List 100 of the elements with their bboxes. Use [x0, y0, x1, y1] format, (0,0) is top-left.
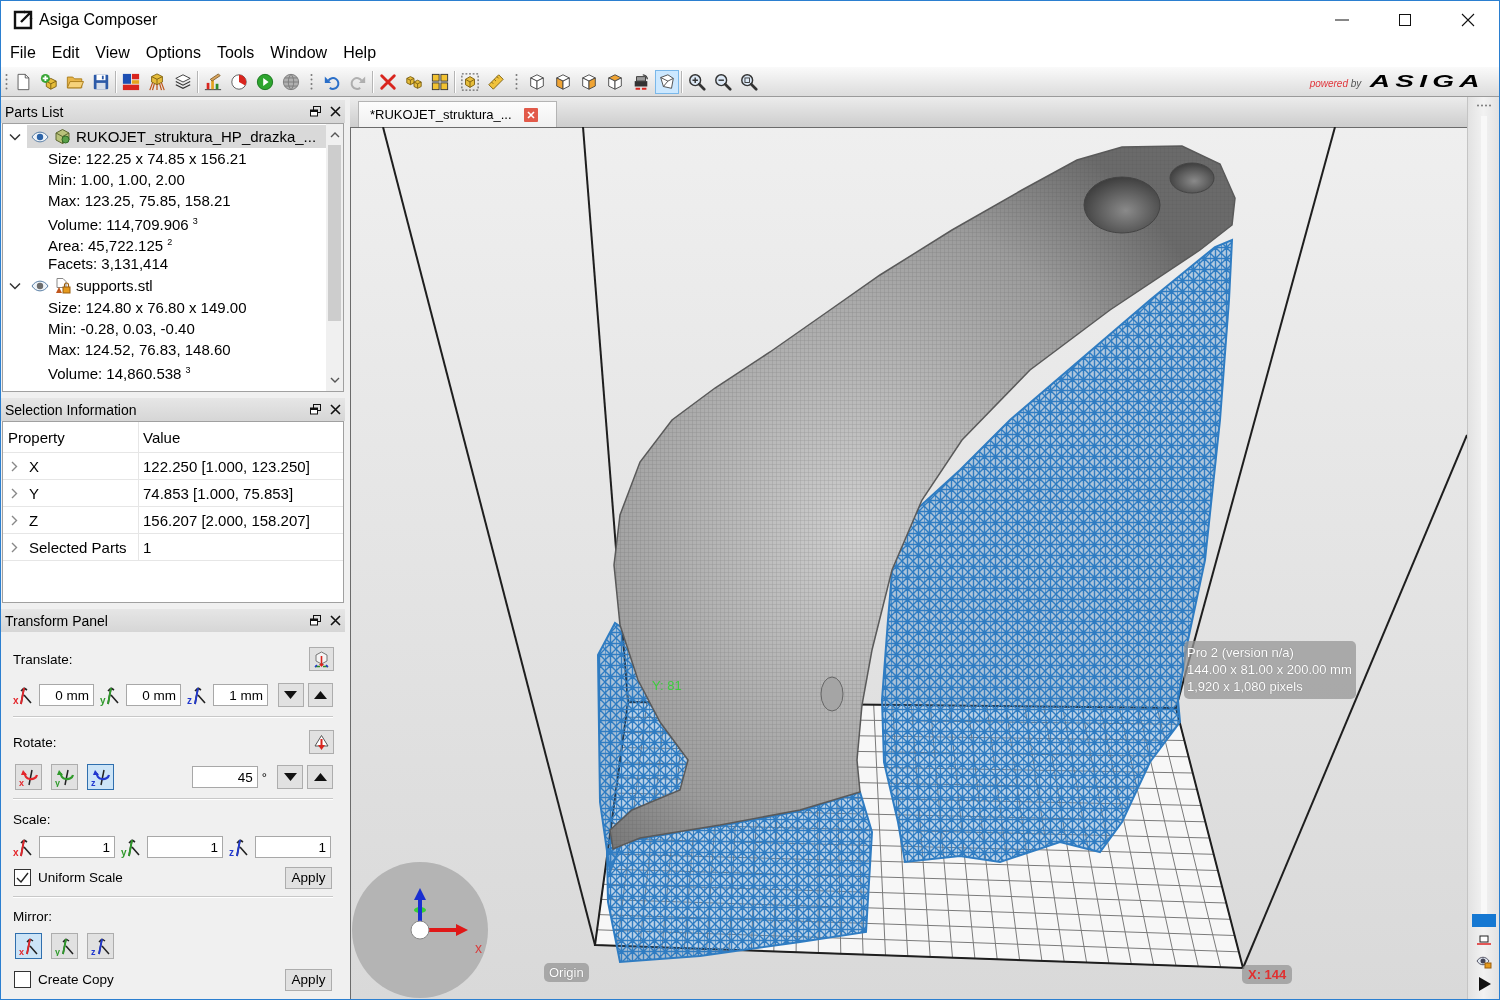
blocks-icon	[122, 72, 140, 91]
cube-plus-icon	[40, 72, 58, 91]
grid-icon	[431, 72, 449, 91]
part-property-text: Facets: 3,131,414	[47, 254, 170, 274]
app-icon	[12, 9, 34, 31]
menu-item[interactable]: Help	[335, 42, 385, 64]
checkbox[interactable]	[14, 971, 31, 988]
number-field[interactable]: 0 mm	[39, 684, 94, 706]
section-label: Translate:	[13, 651, 73, 667]
part-property-text: Volume: 114,709.906 $^{3}$	[47, 215, 199, 232]
part-property-text: Min: 1.00, 1.00, 2.00	[47, 170, 186, 190]
layer-icon[interactable]	[1475, 933, 1492, 947]
number-field[interactable]: 1	[255, 836, 331, 858]
menu-item[interactable]: Edit	[43, 42, 88, 64]
chevron-down-icon	[329, 377, 340, 384]
part-property-text: Max: 124.52, 76.83, 148.60	[47, 340, 232, 360]
axis-label: X: 144	[1242, 965, 1293, 984]
layer-slider[interactable]	[1471, 116, 1496, 927]
number-field[interactable]: 0 mm	[126, 684, 181, 706]
restore-window-icon[interactable]	[310, 106, 321, 117]
table-cell: Z	[29, 511, 39, 529]
section-label: Rotate:	[13, 734, 57, 750]
table-cell: Y	[29, 484, 39, 502]
cube-icon	[528, 72, 546, 91]
checkbox-label[interactable]: Uniform Scale	[38, 870, 123, 885]
perspective-button[interactable]	[655, 69, 679, 94]
checkbox-label[interactable]: Create Copy	[38, 972, 114, 987]
chevron-right-icon[interactable]	[10, 541, 19, 553]
tree-item[interactable]: supports.stl	[27, 274, 326, 297]
decrease-button[interactable]	[277, 765, 303, 789]
increase-button[interactable]	[307, 765, 333, 789]
eye-icon[interactable]	[31, 130, 49, 143]
chevron-right-icon[interactable]	[10, 514, 19, 526]
part-property-text: Size: 122.25 x 74.85 x 156.21	[47, 149, 248, 169]
increase-button[interactable]	[307, 683, 333, 707]
cube-arrow-button[interactable]	[309, 647, 334, 671]
menu-item[interactable]: Window	[262, 42, 336, 64]
table-cell: 122.250 [1.000, 123.250]	[143, 457, 310, 475]
section-label: Scale:	[13, 811, 51, 827]
zoom-out-icon	[714, 72, 732, 91]
magnifier-icon	[740, 72, 758, 91]
close-icon	[1460, 13, 1475, 27]
grip-handle-icon[interactable]	[514, 71, 519, 92]
menu-item[interactable]: Options	[137, 42, 209, 64]
panel-title: Selection Information	[5, 401, 137, 418]
part-property-text: Volume: 14,860.538 $^{3}$	[47, 364, 192, 381]
cube-side-icon	[580, 72, 598, 91]
chevron-up-icon	[329, 131, 340, 138]
chevron-right-icon[interactable]	[10, 487, 19, 499]
bar-chart-icon	[204, 72, 222, 91]
menu-item[interactable]: View	[87, 42, 138, 64]
part-property-text: Area: 45,722.125 $^{2}$	[47, 236, 174, 253]
scrollbar-thumb[interactable]	[328, 145, 341, 321]
column-header[interactable]: Property	[8, 428, 65, 446]
unit-label: °	[261, 769, 267, 785]
panel-title: Parts List	[5, 103, 64, 120]
number-field[interactable]: 1	[39, 836, 115, 858]
grip-handle-icon[interactable]	[4, 71, 9, 92]
chevron-right-icon[interactable]	[10, 460, 19, 472]
cube-top-icon	[606, 72, 624, 91]
cube-arrow-icon	[313, 650, 330, 668]
decrease-button[interactable]	[278, 683, 304, 707]
triangle-up-icon	[313, 691, 327, 699]
apply-button[interactable]: Apply	[285, 866, 332, 889]
restore-window-icon[interactable]	[310, 615, 321, 626]
blank-page-icon	[14, 72, 32, 91]
grip-handle-icon[interactable]	[309, 71, 314, 92]
menu-item[interactable]: File	[2, 42, 44, 64]
pie-chart-icon	[230, 72, 248, 91]
cross-icon	[379, 72, 397, 91]
cube-front-icon	[554, 72, 572, 91]
apply-button[interactable]: Apply	[285, 968, 332, 991]
play-icon	[256, 72, 274, 91]
brand-logo: ASIGA	[1370, 72, 1485, 91]
number-field[interactable]: 1 mm	[213, 684, 268, 706]
close-icon[interactable]	[330, 106, 341, 117]
number-field[interactable]: 1	[147, 836, 223, 858]
restore-window-icon[interactable]	[310, 404, 321, 415]
minimize-icon	[1334, 19, 1349, 21]
eye-lock-icon[interactable]	[1475, 955, 1492, 969]
table-cell: X	[29, 457, 39, 475]
info-text: Pro 2 (version n/a)	[1187, 644, 1295, 661]
globe-icon	[282, 72, 300, 91]
eye-icon[interactable]	[31, 279, 49, 292]
menu-item[interactable]: Tools	[208, 42, 263, 64]
close-icon[interactable]	[330, 404, 341, 415]
triangle-arrow-icon	[313, 733, 330, 751]
triangle-down-icon	[284, 691, 298, 699]
document-tab[interactable]: *RUKOJET_struktura_...	[358, 101, 557, 127]
column-header[interactable]: Value	[143, 428, 181, 446]
slider-thumb[interactable]	[1471, 914, 1496, 927]
triangle-arrow-button[interactable]	[309, 730, 334, 754]
axis-label: x	[475, 940, 482, 956]
checkbox[interactable]	[14, 869, 31, 886]
brand-tagline: powered by	[1309, 77, 1362, 89]
layer-stack-icon	[174, 72, 192, 91]
tree-item[interactable]: RUKOJET_struktura_HP_drazka_...	[27, 125, 326, 148]
close-icon[interactable]	[330, 615, 341, 626]
table-cell: 74.853 [1.000, 75.853]	[143, 484, 294, 502]
angle-field[interactable]: 45	[191, 766, 258, 788]
